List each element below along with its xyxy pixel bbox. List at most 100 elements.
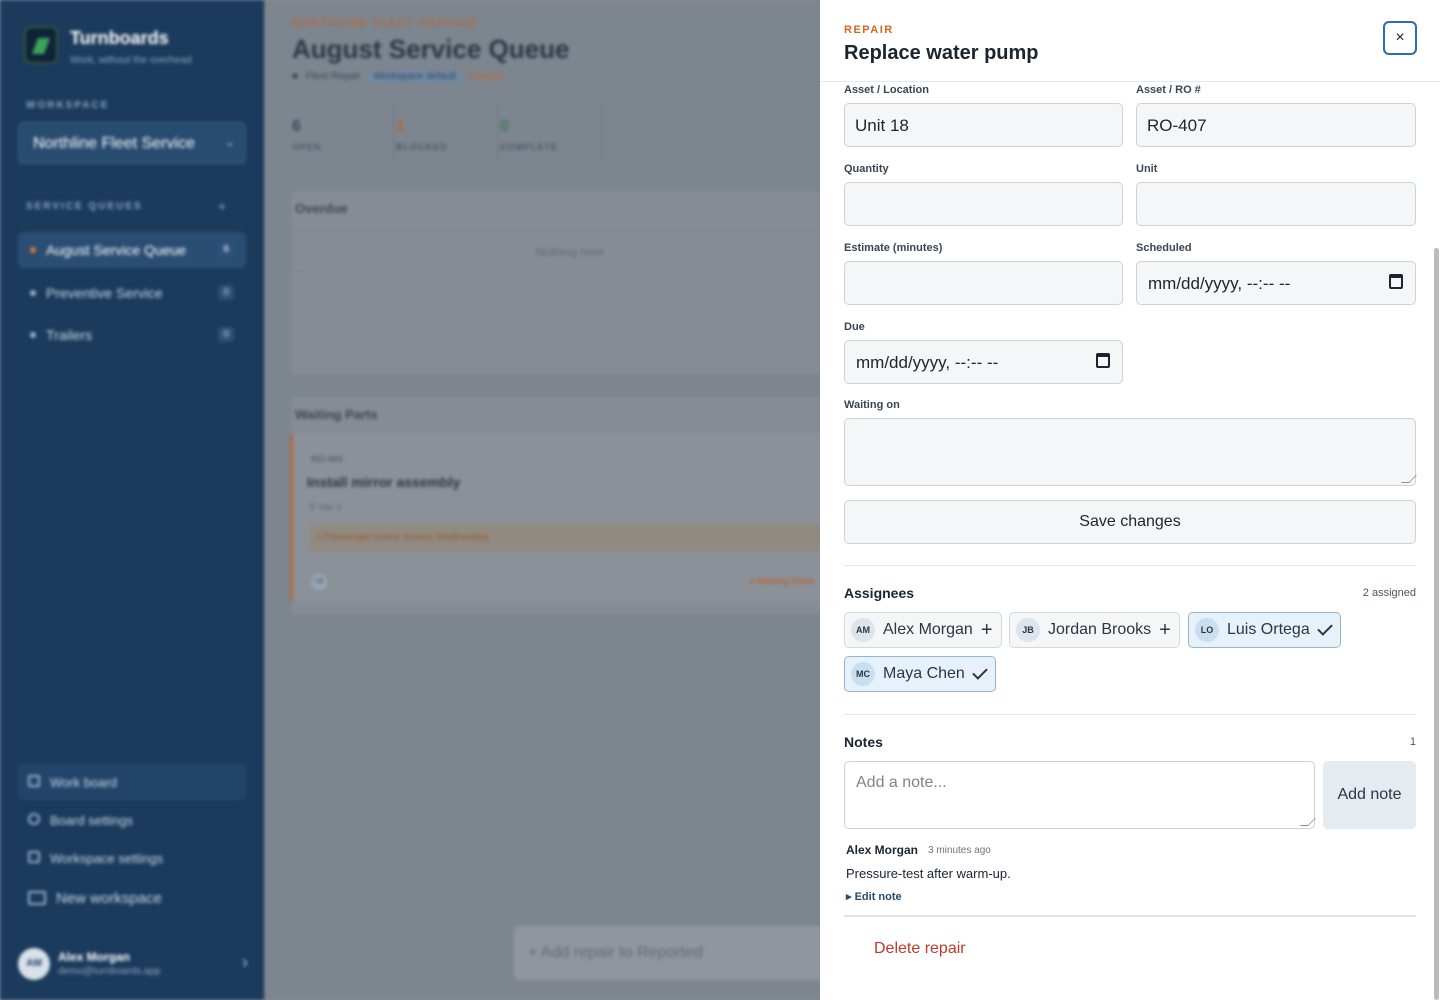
change-link[interactable]: Change [469, 71, 504, 82]
stat-blocked: 1 BLOCKED [394, 106, 498, 158]
overdue-column: Overdue Nothing here [290, 190, 850, 376]
location-pin-icon: ⚲ [309, 502, 319, 512]
warning-icon: ⚠ [315, 532, 324, 543]
drawer-scrollbar[interactable] [1434, 248, 1439, 1000]
avatar: LB [311, 574, 327, 590]
column-title: Waiting Parts [295, 407, 378, 422]
sidebar: Turnboards Work, without the overhead WO… [0, 0, 264, 1000]
card-location-text: Van 3 [318, 502, 341, 512]
stat-value: 6 [292, 118, 301, 135]
settings-icon [28, 851, 40, 863]
nav-label: Work board [50, 775, 117, 790]
asset-location-value: Unit 18 [855, 116, 909, 135]
due-label: Due [844, 321, 865, 333]
workspace-select[interactable]: Northline Fleet Service ⌄ [18, 122, 246, 164]
queue-label: Trailers [46, 327, 93, 343]
calendar-icon[interactable] [1389, 274, 1403, 289]
assignee-chip-alex-morgan[interactable]: AM Alex Morgan + [844, 612, 1002, 648]
chevron-down-icon: ⌄ [224, 135, 235, 149]
user-menu[interactable]: AM Alex Morgan demo@turnboards.app › [18, 946, 250, 986]
org-name: NORTHLINE FLEET SERVICE [292, 18, 478, 29]
drawer-header: REPAIR Replace water pump × [820, 0, 1440, 82]
brand-logo-icon [24, 26, 58, 64]
quantity-input[interactable] [844, 182, 1123, 226]
queue-item[interactable]: Preventive Service 0 [18, 275, 246, 311]
unit-input[interactable] [1136, 182, 1416, 226]
nav-workspace-settings[interactable]: Workspace settings [18, 840, 246, 876]
divider [844, 915, 1416, 917]
add-queue-icon[interactable]: + [218, 198, 226, 214]
note-time: 3 minutes ago [928, 845, 991, 856]
queue-item[interactable]: Trailers 0 [18, 317, 246, 353]
chevron-right-icon: › [242, 952, 248, 972]
drawer-kicker: REPAIR [844, 24, 894, 36]
brand-name: Turnboards [70, 28, 169, 48]
calendar-icon[interactable] [1096, 353, 1110, 368]
card-title: Install mirror assembly [307, 474, 461, 490]
close-button[interactable]: × [1383, 21, 1417, 55]
assignee-chip-luis-ortega[interactable]: LO Luis Ortega [1188, 612, 1341, 648]
queue-count: 0 [218, 327, 234, 342]
board-meta: ■ Fleet Repair Workspace default Change [292, 70, 504, 83]
card-warning-text: Passenger mirror arrives Wednesday [323, 532, 489, 543]
calendar-icon [28, 775, 40, 787]
assignee-chip-maya-chen[interactable]: MC Maya Chen [844, 656, 996, 692]
estimate-input[interactable] [844, 261, 1123, 305]
edit-note-toggle[interactable]: ▸ Edit note [846, 890, 902, 903]
plus-icon: + [1159, 619, 1171, 641]
assignee-name: Jordan Brooks [1048, 621, 1152, 638]
queue-dot-icon [30, 332, 36, 338]
stats-bar: 6 OPEN 1 BLOCKED 0 COMPLETE [290, 106, 602, 158]
save-changes-button[interactable]: Save changes [844, 500, 1416, 544]
scheduled-input[interactable]: mm/dd/yyyy, --:-- -- [1136, 261, 1416, 305]
nav-work-board[interactable]: Work board [18, 764, 246, 800]
nav-label: Board settings [50, 813, 134, 828]
queue-count: 6 [218, 242, 234, 257]
nav-label: Workspace settings [50, 851, 164, 866]
plus-icon: + [980, 619, 993, 641]
repair-card[interactable]: RO-403 Install mirror assembly ⚲ Van 3 ⚠… [290, 434, 830, 602]
resize-grip-icon[interactable] [1300, 818, 1316, 826]
page-title: August Service Queue [292, 34, 570, 64]
column-empty: Nothing here [293, 230, 847, 272]
queue-count: 0 [218, 285, 234, 300]
note-body: Pressure-test after warm-up. [846, 866, 1011, 881]
queue-item[interactable]: August Service Queue 6 [18, 232, 246, 268]
asset-ro-input[interactable]: RO-407 [1136, 103, 1416, 147]
assignee-chip-jordan-brooks[interactable]: JB Jordan Brooks + [1009, 612, 1180, 648]
avatar: AM [18, 948, 50, 980]
stat-complete: 0 COMPLETE [498, 106, 602, 158]
card-warning: ⚠Passenger mirror arrives Wednesday [309, 524, 829, 552]
asset-location-input[interactable]: Unit 18 [844, 103, 1123, 147]
avatar: JB [1016, 618, 1040, 642]
board-type-icon: ■ [292, 71, 299, 82]
add-repair-label: Add repair to Reported [540, 944, 703, 961]
nav-board-settings[interactable]: Board settings [18, 802, 246, 838]
brand-tagline: Work, without the overhead [70, 55, 192, 66]
due-input[interactable]: mm/dd/yyyy, --:-- -- [844, 340, 1123, 384]
nav-new-workspace[interactable]: New workspace [18, 880, 246, 916]
workspace-section-label: WORKSPACE [26, 100, 110, 111]
drawer-title: Replace water pump [844, 42, 1039, 64]
add-note-button[interactable]: Add note [1323, 761, 1416, 829]
notes-count: 1 [1409, 736, 1416, 748]
queue-label: Preventive Service [46, 285, 163, 301]
card-status-text: Waiting Parts [756, 576, 815, 586]
stat-value: 0 [500, 118, 509, 135]
assignee-name: Luis Ortega [1227, 621, 1310, 638]
due-value: mm/dd/yyyy, --:-- -- [856, 353, 999, 372]
waiting-on-textarea[interactable] [844, 418, 1417, 486]
card-status: ● Waiting Parts [749, 576, 815, 586]
close-icon: × [1395, 29, 1405, 46]
resize-grip-icon[interactable] [1401, 475, 1417, 483]
assignees-title: Assignees [844, 585, 915, 601]
building-icon [28, 891, 46, 905]
delete-repair-button[interactable]: Delete repair [874, 940, 966, 958]
note-textarea[interactable]: Add a note... [844, 761, 1316, 829]
scheduled-label: Scheduled [1136, 242, 1192, 254]
column-title: Overdue [295, 201, 348, 216]
queue-dot-icon [30, 290, 36, 296]
add-repair-button[interactable]: + Add repair to Reported [514, 926, 834, 980]
queue-dot-icon [30, 247, 36, 253]
scheduled-value: mm/dd/yyyy, --:-- -- [1148, 274, 1291, 293]
